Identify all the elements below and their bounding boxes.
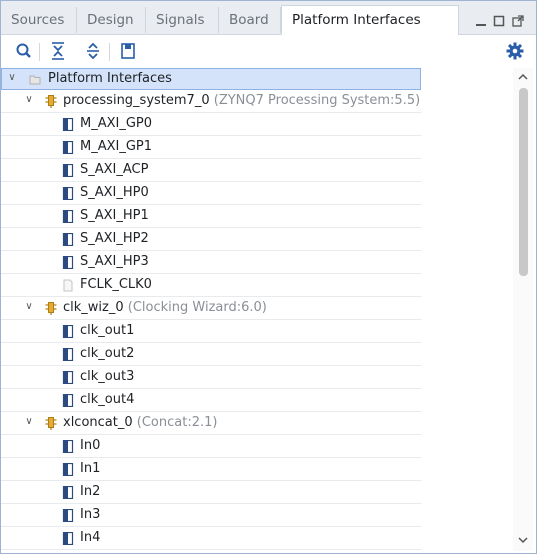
component-icon (45, 95, 57, 108)
interface-label: clk_out3 (80, 369, 135, 384)
interface-row[interactable]: S_AXI_HP0 (1, 183, 421, 205)
component-name: processing_system7_0 (63, 93, 210, 108)
interface-label: M_AXI_GP0 (80, 116, 153, 131)
interface-port-icon (62, 210, 74, 223)
interface-label: In1 (80, 461, 101, 476)
chevron-down-icon[interactable]: ∨ (23, 94, 35, 106)
search-icon[interactable] (13, 40, 35, 62)
tab-platform-interfaces[interactable]: Platform Interfaces ✕ (281, 5, 459, 35)
interface-label: In2 (80, 484, 101, 499)
interface-label: S_AXI_ACP (80, 162, 149, 177)
tab-bar: Sources Design Signals Board Platform In… (1, 1, 536, 35)
interface-port-icon (62, 325, 74, 338)
chevron-down-icon[interactable] (517, 535, 529, 545)
interface-label: FCLK_CLK0 (80, 277, 152, 292)
interface-label: clk_out2 (80, 346, 135, 361)
component-row[interactable]: ∨ xlconcat_0 (Concat:2.1) (1, 413, 421, 435)
interface-row[interactable]: S_AXI_HP1 (1, 206, 421, 228)
interface-port-icon (62, 440, 74, 453)
interface-label: S_AXI_HP0 (80, 185, 149, 200)
interface-label: M_AXI_GP1 (80, 139, 153, 154)
interface-label: clk_out1 (80, 323, 135, 338)
interface-row[interactable]: S_AXI_HP2 (1, 229, 421, 251)
component-description: (Clocking Wizard:6.0) (127, 300, 267, 315)
folder-icon (29, 75, 41, 85)
interface-port-icon (62, 371, 74, 384)
component-label: clk_wiz_0 (Clocking Wizard:6.0) (63, 300, 267, 315)
interface-port-icon (62, 348, 74, 361)
chevron-down-icon[interactable]: ∨ (23, 301, 35, 313)
interface-port-icon (62, 233, 74, 246)
component-row[interactable]: ∨ clk_wiz_0 (Clocking Wizard:6.0) (1, 298, 421, 320)
component-row[interactable]: ∨ processing_system7_0 (ZYNQ7 Processing … (1, 91, 421, 113)
component-description: (Concat:2.1) (136, 415, 218, 430)
toolbar-separator (39, 43, 40, 61)
interface-port-icon (62, 486, 74, 499)
interface-row[interactable]: S_AXI_HP3 (1, 252, 421, 274)
interface-row[interactable]: In1 (1, 459, 421, 481)
save-icon[interactable] (117, 40, 139, 62)
chevron-down-icon[interactable]: ∨ (23, 416, 35, 428)
interface-port-icon (62, 118, 74, 131)
component-label: processing_system7_0 (ZYNQ7 Processing S… (63, 93, 420, 108)
interface-row[interactable]: In0 (1, 436, 421, 458)
interface-row[interactable]: In4 (1, 528, 421, 550)
interface-port-icon (62, 141, 74, 154)
interface-label: In3 (80, 507, 101, 522)
clock-pin-icon (63, 279, 73, 292)
interface-row[interactable]: In3 (1, 505, 421, 527)
interface-row[interactable]: FCLK_CLK0 (1, 275, 421, 297)
component-icon (45, 302, 57, 315)
platform-interfaces-tree: ∨ Platform Interfaces ∨ processing_system7_… (1, 68, 421, 551)
interface-port-icon (62, 394, 74, 407)
interface-label: In0 (80, 438, 101, 453)
interface-row[interactable]: clk_out1 (1, 321, 421, 343)
component-description: (ZYNQ7 Processing System:5.5) (213, 93, 421, 108)
component-name: xlconcat_0 (63, 415, 133, 430)
interface-label: S_AXI_HP1 (80, 208, 149, 223)
interface-port-icon (62, 509, 74, 522)
collapse-all-icon[interactable] (47, 40, 69, 62)
maximize-icon[interactable] (493, 15, 505, 27)
interface-label: In4 (80, 530, 101, 545)
interface-row[interactable]: In2 (1, 482, 421, 504)
toolbar (1, 35, 536, 66)
tree-root-row[interactable]: ∨ Platform Interfaces (1, 68, 421, 90)
interface-label: clk_out4 (80, 392, 135, 407)
interface-row[interactable]: clk_out3 (1, 367, 421, 389)
interface-port-icon (62, 463, 74, 476)
tab-design[interactable]: Design (77, 7, 146, 33)
interface-label: S_AXI_HP3 (80, 254, 149, 269)
component-name: clk_wiz_0 (63, 300, 124, 315)
tab-signals[interactable]: Signals (146, 7, 219, 33)
toolbar-separator (109, 43, 110, 61)
interface-row[interactable]: M_AXI_GP0 (1, 114, 421, 136)
tab-sources[interactable]: Sources (1, 7, 77, 33)
interface-row[interactable]: S_AXI_ACP (1, 160, 421, 182)
chevron-up-icon[interactable] (517, 72, 529, 82)
interface-port-icon (62, 256, 74, 269)
tab-board[interactable]: Board (219, 7, 281, 33)
gear-icon[interactable] (504, 40, 526, 62)
interface-row[interactable]: clk_out4 (1, 390, 421, 412)
expand-all-icon[interactable] (82, 40, 104, 62)
chevron-down-icon[interactable]: ∨ (6, 72, 18, 84)
minimize-icon[interactable] (475, 15, 487, 27)
interface-port-icon (62, 532, 74, 545)
component-icon (45, 417, 57, 430)
interface-port-icon (62, 164, 74, 177)
interface-row[interactable]: M_AXI_GP1 (1, 137, 421, 159)
restore-icon[interactable] (512, 15, 524, 27)
vertical-scrollbar[interactable] (513, 68, 533, 551)
interface-port-icon (62, 187, 74, 200)
tree-root-label: Platform Interfaces (48, 71, 172, 86)
platform-interfaces-window: Sources Design Signals Board Platform In… (0, 0, 537, 554)
component-label: xlconcat_0 (Concat:2.1) (63, 415, 217, 430)
tab-platform-interfaces-label: Platform Interfaces (292, 12, 421, 28)
interface-row[interactable]: clk_out2 (1, 344, 421, 366)
interface-label: S_AXI_HP2 (80, 231, 149, 246)
scrollbar-thumb[interactable] (519, 88, 528, 276)
